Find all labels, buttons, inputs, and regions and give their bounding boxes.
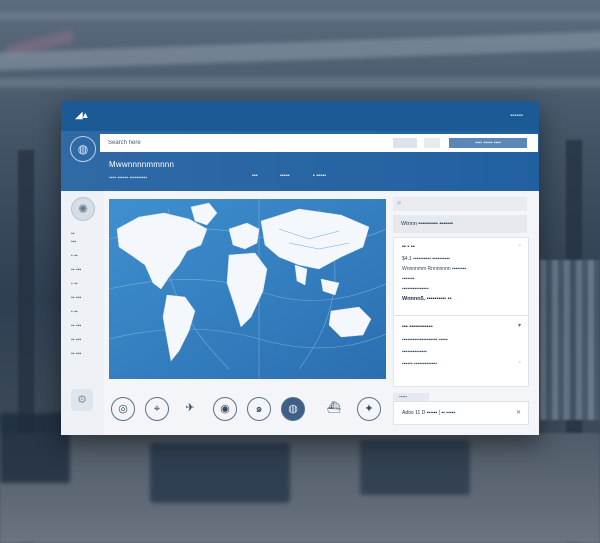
world-map[interactable]	[109, 199, 386, 379]
card-line: ▪▪▪▪▪▪▪▪▪▪▪▪▪▪▪▪▪▪▪▪ ▪▪▪▪▪	[402, 337, 448, 343]
page-title: Mwwnnnnmmnnn	[109, 160, 175, 169]
sidebar-item[interactable]: ▪▪	[71, 231, 75, 237]
sidebar-item[interactable]: ▪▪ ▪▪▪	[71, 337, 81, 343]
ship-icon[interactable]: ⛴	[323, 397, 345, 419]
navigation-icon[interactable]: ✦	[357, 397, 381, 421]
panel-footer: Adoo 11 D ▪▪▪▪▪▪ | ▪▪ ▪▪▪▪▪ ✕	[393, 401, 529, 425]
globe-icon[interactable]: ◍	[70, 136, 96, 162]
expand-icon[interactable]: ◦	[519, 243, 521, 249]
page-subtitle: ▪▪▪▪ ▪▪▪▪▪▪ ▪▪▪▪▪▪▪▪▪▪	[109, 175, 148, 181]
background-floor	[0, 433, 600, 543]
icon-toolbar: ◎ ⌖ ✈ ◉ ๑ ◍ ⛴ ✦	[109, 397, 399, 423]
nav-item[interactable]: ▪▪▪	[252, 173, 258, 179]
sidebar-item[interactable]: ▪ ▪▪	[71, 253, 78, 259]
world-map-graphic	[109, 199, 386, 379]
sidebar-item[interactable]: ▪ ▪▪	[71, 281, 78, 287]
background-beam	[0, 30, 600, 72]
close-icon[interactable]: ✕	[516, 409, 521, 416]
sidebar-item[interactable]: ▪ ▪▪	[71, 309, 78, 315]
tools-icon[interactable]: ⚙	[71, 389, 93, 411]
location-pin-icon[interactable]: ⌖	[145, 397, 169, 421]
sidebar-item[interactable]: ▪▪ ▪▪▪	[71, 267, 81, 273]
card-line: ▪▪ ▪ ▪▪	[402, 244, 415, 250]
sidebar-item[interactable]: ▪▪ ▪▪▪	[71, 295, 81, 301]
background-shelf	[360, 440, 470, 495]
background-beam	[0, 78, 600, 88]
header: ◍ ▪▪▪▪ ▪▪▪▪▪ ▪▪▪▪ Mwwnnnnmmnnn ▪▪▪▪ ▪▪▪▪…	[61, 131, 539, 191]
card-line: ▪▪▪▪▪▪ ▪▪▪▪▪▪▪▪▪▪▪▪▪	[402, 361, 438, 367]
card-line: ▪▪▪▪▪▪▪▪▪▪▪▪▪▪	[402, 349, 427, 355]
nav-item[interactable]: ▪ ▪▪▪▪▪	[313, 173, 326, 179]
search-button[interactable]	[393, 138, 417, 148]
footer-text: Adoo 11 D ▪▪▪▪▪▪ | ▪▪ ▪▪▪▪▪	[402, 410, 456, 416]
footer-tab[interactable]: ▪▪▪▪▪	[393, 393, 429, 401]
card-line: Wnnnnmm Rnnnnnnn ▪▪▪▪▪▪▪▪	[402, 266, 467, 272]
expand-icon[interactable]: ◦	[519, 360, 521, 366]
compass-icon[interactable]: ◎	[111, 397, 135, 421]
storm-icon[interactable]: ๑	[247, 397, 271, 421]
compass-icon[interactable]: ✺	[71, 197, 95, 221]
nav-item[interactable]: ▪▪▪▪▪	[280, 173, 290, 179]
filter-button[interactable]	[424, 138, 440, 148]
card-line: ▪▪▪▪▪▪▪	[402, 276, 415, 282]
search-input[interactable]	[104, 136, 292, 150]
search-icon: ⌕	[397, 198, 402, 207]
sidebar-item[interactable]: ▪▪▪	[71, 239, 76, 245]
card-line: $4.1 ▪▪▪▪▪▪▪▪▪▪ ▪▪▪▪▪▪▪▪▪▪	[402, 256, 450, 262]
info-card[interactable]: ▪▪▪ ▪▪▪▪▪▪▪▪▪▪▪▪ ▾ ▪▪▪▪▪▪▪▪▪▪▪▪▪▪▪▪▪▪▪▪ …	[393, 315, 529, 387]
panel-header-text: Wtnnn ▪▪▪▪▪▪▪▪▪▪ ▪▪▪▪▪▪▪	[401, 221, 454, 227]
info-panel: ⌕ Wtnnn ▪▪▪▪▪▪▪▪▪▪ ▪▪▪▪▪▪▪ ▪▪ ▪ ▪▪ ◦ $4.…	[393, 197, 529, 425]
sidebar: ✺ ▪▪ ▪▪▪ ▪ ▪▪ ▪▪ ▪▪▪ ▪ ▪▪ ▪▪ ▪▪▪ ▪ ▪▪ ▪▪…	[61, 191, 104, 435]
panel-header: Wtnnn ▪▪▪▪▪▪▪▪▪▪ ▪▪▪▪▪▪▪	[393, 215, 527, 233]
expand-icon[interactable]: ▾	[518, 322, 521, 329]
bird-icon[interactable]: ✈	[179, 397, 201, 419]
sidebar-item[interactable]: ▪▪ ▪▪▪	[71, 323, 81, 329]
satellite-icon[interactable]: ◉	[213, 397, 237, 421]
background-window	[540, 260, 600, 420]
app-window: ◢▴ ▪▪▪▪▪▪ ◍ ▪▪▪▪ ▪▪▪▪▪ ▪▪▪▪ Mwwnnnnmmnnn…	[61, 101, 539, 435]
info-card[interactable]: ▪▪ ▪ ▪▪ ◦ $4.1 ▪▪▪▪▪▪▪▪▪▪ ▪▪▪▪▪▪▪▪▪▪ Wnn…	[393, 237, 529, 327]
logo-icon[interactable]: ◢▴	[75, 110, 88, 121]
sidebar-item[interactable]: ▪▪ ▪▪▪	[71, 351, 81, 357]
card-line: ▪▪▪▪▪▪▪▪▪▪▪▪▪▪▪	[402, 286, 429, 292]
globe-icon[interactable]: ◍	[281, 397, 305, 421]
card-line: Wnnnn5. ▪▪▪▪▪▪▪▪▪▪ ▪▪	[402, 296, 452, 302]
search-bar: ▪▪▪▪ ▪▪▪▪▪ ▪▪▪▪	[100, 134, 538, 152]
panel-search[interactable]: ⌕	[393, 197, 527, 211]
background-shelf	[0, 413, 70, 483]
top-bar-text: ▪▪▪▪▪▪	[510, 113, 523, 119]
tools-button[interactable]: ▪▪▪▪ ▪▪▪▪▪ ▪▪▪▪	[449, 138, 527, 148]
background-beam	[0, 12, 600, 20]
card-line: ▪▪▪ ▪▪▪▪▪▪▪▪▪▪▪▪	[402, 324, 433, 330]
top-bar: ◢▴ ▪▪▪▪▪▪	[61, 101, 539, 131]
background-shelf	[150, 443, 290, 503]
